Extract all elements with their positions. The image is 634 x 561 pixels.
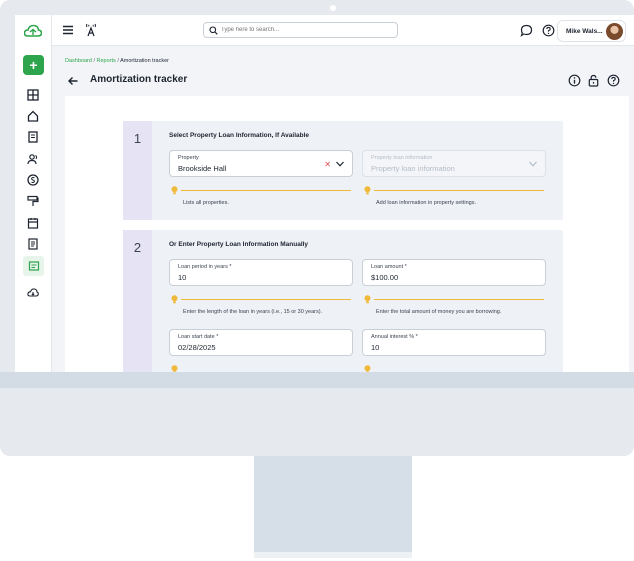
sidebar: + [15, 15, 52, 372]
lightbulb-icon [364, 365, 371, 372]
sidebar-people-icon[interactable] [25, 151, 41, 167]
hint-divider [181, 190, 351, 191]
hint-divider [374, 299, 544, 300]
avatar [606, 23, 623, 40]
sidebar-documents-icon[interactable] [25, 236, 41, 252]
lightbulb-icon [364, 186, 371, 195]
section-manual-entry: 2 Or Enter Property Loan Information Man… [123, 230, 563, 372]
monitor-chin [0, 372, 634, 388]
breadcrumb-dashboard[interactable]: Dashboard [65, 58, 92, 64]
loan-start-date-hint [169, 365, 353, 372]
field-label: Loan amount * [371, 264, 407, 270]
loan-amount-field[interactable]: Loan amount * $100.00 [362, 259, 546, 286]
field-label: Loan start date * [178, 334, 219, 340]
sidebar-dashboard-icon[interactable] [25, 87, 41, 103]
lightbulb-icon [171, 186, 178, 195]
field-value: 02/28/2025 [178, 343, 216, 352]
search-input[interactable] [221, 24, 391, 36]
property-loan-hint: Add loan information in property setting… [362, 186, 546, 212]
section-number: 2 [133, 240, 142, 255]
page-title: Amortization tracker [90, 74, 188, 85]
hint-text: Lists all properties. [183, 200, 229, 206]
menu-icon[interactable] [62, 24, 74, 36]
sidebar-building-icon[interactable] [25, 129, 41, 145]
field-placeholder: Property loan information [371, 164, 455, 173]
search-box[interactable] [203, 22, 398, 38]
help-circle-icon[interactable] [607, 74, 620, 87]
field-value: Brookside Hall [178, 164, 227, 173]
property-hint: Lists all properties. [169, 186, 353, 212]
annual-interest-hint [362, 365, 546, 372]
breadcrumb-reports[interactable]: Reports [97, 58, 116, 64]
hint-text: Add loan information in property setting… [376, 200, 476, 206]
breadcrumb-separator: / [93, 58, 95, 64]
hint-divider [374, 190, 544, 191]
loan-amount-hint: Enter the total amount of money you are … [362, 295, 546, 321]
loan-period-hint: Enter the length of the loan in years (i… [169, 295, 353, 321]
breadcrumb-current: Amortization tracker [120, 58, 169, 64]
section-select-property: 1 Select Property Loan Information, If A… [123, 121, 563, 220]
hint-text: Enter the length of the loan in years (i… [183, 309, 323, 315]
property-loan-select[interactable]: Property loan information Property loan … [362, 150, 546, 177]
hint-divider [181, 299, 351, 300]
search-icon [209, 26, 218, 35]
sidebar-reports-icon[interactable] [23, 256, 44, 276]
lightbulb-icon [364, 295, 371, 304]
sidebar-cloud-download-icon[interactable] [25, 285, 41, 301]
field-label: Property [178, 155, 199, 161]
annual-interest-field[interactable]: Annual interest % * 10 [362, 329, 546, 356]
add-button[interactable]: + [23, 55, 44, 75]
field-value: 10 [178, 273, 187, 282]
field-label: Property loan information [371, 155, 433, 161]
monitor-stand-base [254, 552, 412, 558]
user-name: Mike Wals... [566, 28, 603, 35]
monitor-frame: + Type here to search... Mike Wals... Da… [0, 0, 634, 456]
lock-icon[interactable] [587, 74, 600, 87]
sidebar-dollar-icon[interactable] [25, 172, 41, 188]
monitor-stand [254, 456, 412, 552]
sidebar-calendar-icon[interactable] [25, 215, 41, 231]
camera-dot [330, 5, 336, 11]
property-select[interactable]: Property Brookside Hall ✕ [169, 150, 353, 177]
breadcrumb: Dashboard / Reports / Amortization track… [65, 58, 169, 64]
sidebar-home-icon[interactable] [25, 108, 41, 124]
loan-start-date-field[interactable]: Loan start date * 02/28/2025 [169, 329, 353, 356]
chat-icon[interactable] [520, 24, 533, 37]
field-label: Loan period in years * [178, 264, 232, 270]
sidebar-paint-roller-icon[interactable] [25, 193, 41, 209]
section-title: Or Enter Property Loan Information Manua… [169, 241, 309, 248]
field-value: 10 [371, 343, 380, 352]
app-screen: + Type here to search... Mike Wals... Da… [15, 15, 634, 372]
back-arrow-icon[interactable] [67, 75, 79, 87]
section-title: Select Property Loan Information, If Ava… [169, 132, 310, 139]
lightbulb-icon [171, 295, 178, 304]
chevron-down-icon [529, 161, 537, 167]
user-menu[interactable]: Mike Wals... [557, 20, 626, 42]
lightbulb-icon [171, 365, 178, 372]
field-value: $100.00 [371, 273, 399, 282]
help-icon[interactable] [542, 24, 555, 37]
hint-text: Enter the total amount of money you are … [376, 309, 502, 315]
content-panel: 1 Select Property Loan Information, If A… [65, 96, 629, 372]
section-number: 1 [133, 131, 142, 146]
broadcast-tower-icon[interactable] [84, 23, 98, 37]
info-icon[interactable] [568, 74, 581, 87]
chevron-down-icon[interactable] [336, 161, 344, 167]
cloud-logo-icon[interactable] [24, 24, 42, 38]
top-bar: Mike Wals... [52, 15, 634, 46]
loan-period-field[interactable]: Loan period in years * 10 [169, 259, 353, 286]
breadcrumb-separator: / [117, 58, 119, 64]
clear-icon[interactable]: ✕ [324, 160, 331, 169]
field-label: Annual interest % * [371, 334, 418, 340]
